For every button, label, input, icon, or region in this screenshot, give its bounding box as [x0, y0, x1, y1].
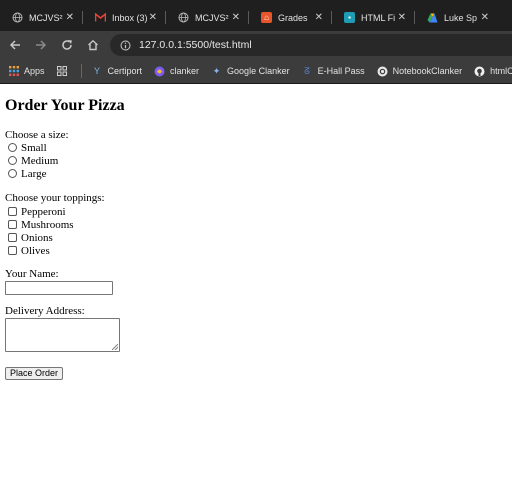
topping-option-label: Olives: [21, 244, 50, 257]
tab-1[interactable]: Inbox (3) ✕: [83, 4, 166, 31]
bookmark-label: Google Clanker: [227, 66, 290, 76]
bookmark-tab-groups[interactable]: [57, 66, 73, 77]
tab-2[interactable]: MCJVS² ✕: [166, 4, 249, 31]
address-bar[interactable]: 127.0.0.1:5500/test.html: [110, 34, 512, 56]
tab-groups-icon: [57, 66, 68, 77]
tab-0[interactable]: MCJVS² ✕: [0, 4, 83, 31]
place-order-button[interactable]: Place Order: [5, 367, 64, 380]
bookmark-htmlcssjava3[interactable]: htmlCssJava3: [474, 66, 512, 77]
bookmark-label: Certiport: [107, 66, 143, 76]
home-icon[interactable]: [80, 31, 106, 59]
topping-checkbox[interactable]: [8, 233, 17, 242]
bookmark-certiport[interactable]: Y Certiport: [92, 66, 143, 77]
topping-checkbox[interactable]: [8, 207, 17, 216]
tab-3[interactable]: ⌂ Grades ✕: [249, 4, 332, 31]
github-icon: [474, 66, 485, 77]
page-title: Order Your Pizza: [5, 97, 125, 114]
bookmark-clanker[interactable]: clanker: [154, 66, 199, 77]
tab-title: Grades: [278, 12, 308, 23]
globe-icon: [12, 12, 23, 23]
drive-icon: [427, 12, 438, 23]
resize-handle[interactable]: [112, 344, 118, 350]
size-radio[interactable]: [8, 143, 17, 152]
forward-icon[interactable]: [28, 31, 54, 59]
bookmark-google-clanker[interactable]: ✦ Google Clanker: [211, 66, 290, 77]
size-option-label: Large: [21, 167, 47, 180]
topping-option-mushrooms[interactable]: Mushrooms: [8, 218, 74, 231]
topping-option-label: Pepperoni: [21, 205, 66, 218]
bookmark-label: NotebookClanker: [392, 66, 463, 76]
site-info-icon[interactable]: [120, 36, 131, 55]
size-radio[interactable]: [8, 169, 17, 178]
size-radio[interactable]: [8, 156, 17, 165]
name-label: Your Name:: [5, 268, 59, 280]
tab-strip: MCJVS² ✕ Inbox (3) ✕ MCJVS² ✕ ⌂ Grades ✕…: [0, 0, 512, 31]
size-option-label: Medium: [21, 154, 59, 167]
apps-grid-icon: [8, 66, 19, 77]
back-icon[interactable]: [2, 31, 28, 59]
topping-option-onions[interactable]: Onions: [8, 231, 53, 244]
topping-option-pepperoni[interactable]: Pepperoni: [8, 205, 66, 218]
topping-checkbox[interactable]: [8, 220, 17, 229]
topping-option-label: Mushrooms: [21, 218, 74, 231]
classroom-icon: ▪: [344, 12, 355, 23]
bookmark-apps[interactable]: Apps: [8, 66, 45, 77]
close-icon[interactable]: ✕: [481, 12, 489, 23]
bookmark-e-hall-pass[interactable]: ᘔ E-Hall Pass: [302, 65, 365, 77]
tab-title: MCJVS²: [195, 12, 229, 23]
page-content: Order Your Pizza Choose a size: Small Me…: [0, 85, 512, 484]
gmail-icon: [95, 12, 106, 23]
toppings-label: Choose your toppings:: [5, 192, 105, 204]
browser-toolbar: 127.0.0.1:5500/test.html: [0, 31, 512, 59]
address-textarea[interactable]: [5, 318, 120, 352]
tab-5[interactable]: Luke Sp ✕: [415, 4, 498, 31]
close-icon[interactable]: ✕: [315, 12, 323, 23]
tab-title: HTML Fi: [361, 12, 396, 23]
bookmark-label: htmlCssJava3: [490, 66, 512, 76]
hallpass-icon: ᘔ: [304, 65, 310, 76]
name-input[interactable]: [5, 281, 113, 295]
size-label: Choose a size:: [5, 129, 69, 141]
topping-checkbox[interactable]: [8, 246, 17, 255]
bookmark-label: Apps: [24, 66, 45, 76]
close-icon[interactable]: ✕: [149, 12, 157, 23]
close-icon[interactable]: ✕: [66, 12, 74, 23]
globe-icon: [178, 12, 189, 23]
grades-icon: ⌂: [261, 12, 272, 23]
topping-option-olives[interactable]: Olives: [8, 244, 50, 257]
tab-title: Inbox (3): [112, 12, 148, 23]
bookmark-label: E-Hall Pass: [317, 66, 365, 76]
bookmark-notebookclanker[interactable]: NotebookClanker: [377, 66, 463, 77]
certiport-icon: Y: [94, 66, 101, 76]
clanker-icon: [154, 66, 165, 77]
size-option-small[interactable]: Small: [8, 141, 47, 154]
close-icon[interactable]: ✕: [398, 12, 406, 23]
reload-icon[interactable]: [54, 31, 80, 59]
tab-4[interactable]: ▪ HTML Fi ✕: [332, 4, 415, 31]
tab-title: Luke Sp: [444, 12, 478, 23]
bookmark-label: clanker: [170, 66, 200, 76]
url-text: 127.0.0.1:5500/test.html: [139, 39, 252, 51]
topping-option-label: Onions: [21, 231, 53, 244]
close-icon[interactable]: ✕: [232, 12, 240, 23]
sparkle-icon: ✦: [212, 65, 221, 76]
size-option-medium[interactable]: Medium: [8, 154, 58, 167]
bookmarks-bar: Apps Y Certiport clanker ✦ Google Clanke…: [0, 59, 512, 84]
tab-title: MCJVS²: [29, 12, 63, 23]
size-option-large[interactable]: Large: [8, 167, 46, 180]
notebook-icon: [377, 66, 388, 77]
size-option-label: Small: [21, 141, 47, 154]
address-label: Delivery Address:: [5, 305, 85, 317]
